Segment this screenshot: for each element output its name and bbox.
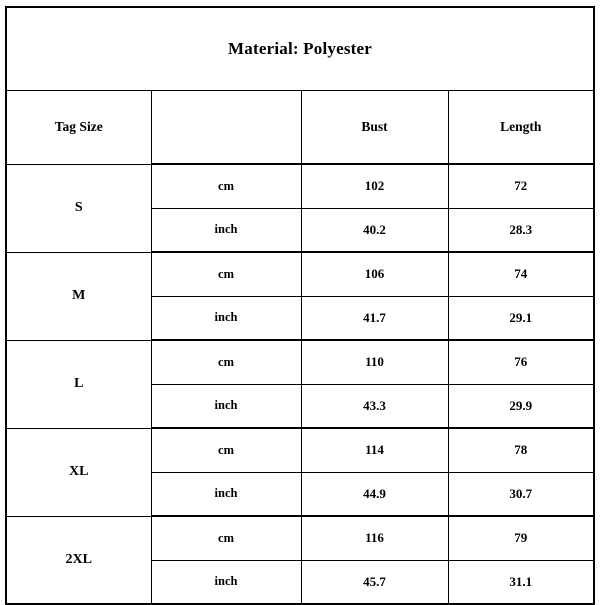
unit-label-cm: cm (150, 427, 302, 473)
unit-label-inch: inch (150, 471, 302, 517)
table-row: XL cm 114 78 (5, 427, 595, 517)
length-cm-value: 79 (447, 515, 595, 561)
length-inch-value: 30.7 (447, 471, 595, 517)
unit-label-cm: cm (150, 339, 302, 385)
size-label: L (5, 339, 152, 429)
material-title: Material: Polyester (5, 6, 595, 91)
bust-cm-value: 114 (300, 427, 449, 473)
size-chart-table: Material: Polyester Tag Size Bust Length… (5, 6, 596, 605)
table-row: S cm 102 72 (5, 163, 595, 253)
unit-label-inch: inch (150, 295, 302, 341)
length-inch-value: 29.9 (447, 383, 595, 429)
bust-cm-value: 116 (300, 515, 449, 561)
length-cm-value: 78 (447, 427, 595, 473)
title-row: Material: Polyester (5, 6, 595, 91)
size-chart-container: Material: Polyester Tag Size Bust Length… (5, 6, 596, 605)
unit-label-inch: inch (150, 383, 302, 429)
header-bust: Bust (300, 90, 449, 165)
table-row: 2XL cm 116 79 (5, 515, 595, 605)
header-tag-size: Tag Size (5, 90, 152, 165)
table-row: M cm 106 74 (5, 251, 595, 341)
length-cm-value: 74 (447, 251, 595, 297)
length-cm-value: 72 (447, 163, 595, 209)
length-cm-value: 76 (447, 339, 595, 385)
bust-inch-value: 44.9 (300, 471, 449, 517)
bust-cm-value: 102 (300, 163, 449, 209)
length-inch-value: 28.3 (447, 207, 595, 253)
unit-label-cm: cm (150, 251, 302, 297)
length-inch-value: 31.1 (447, 559, 595, 605)
size-label: 2XL (5, 515, 152, 605)
unit-label-cm: cm (150, 515, 302, 561)
size-label: XL (5, 427, 152, 517)
header-length: Length (447, 90, 595, 165)
bust-cm-value: 110 (300, 339, 449, 385)
bust-inch-value: 40.2 (300, 207, 449, 253)
table-row: L cm 110 76 (5, 339, 595, 429)
bust-inch-value: 43.3 (300, 383, 449, 429)
header-unit (150, 90, 302, 165)
unit-label-cm: cm (150, 163, 302, 209)
bust-inch-value: 45.7 (300, 559, 449, 605)
size-label: M (5, 251, 152, 341)
header-row: Tag Size Bust Length (5, 90, 595, 165)
size-label: S (5, 163, 152, 253)
bust-inch-value: 41.7 (300, 295, 449, 341)
unit-label-inch: inch (150, 207, 302, 253)
unit-label-inch: inch (150, 559, 302, 605)
length-inch-value: 29.1 (447, 295, 595, 341)
bust-cm-value: 106 (300, 251, 449, 297)
